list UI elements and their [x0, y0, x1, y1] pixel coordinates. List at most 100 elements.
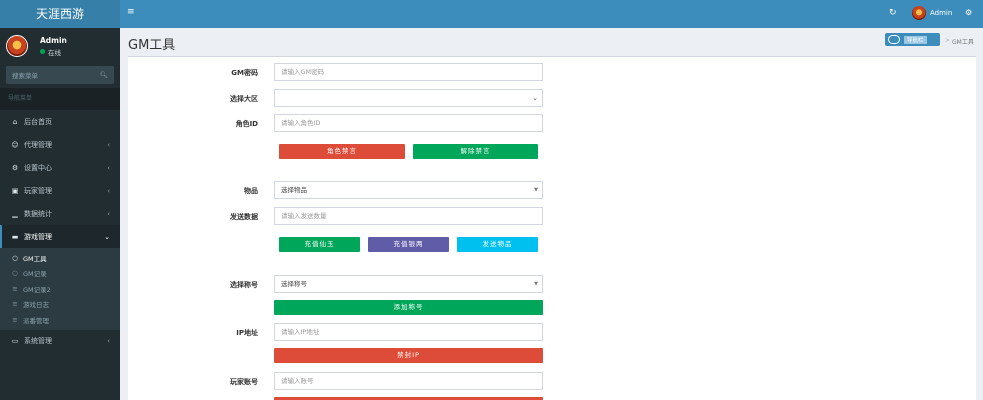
role-id-input[interactable]: 请输入角色ID — [274, 114, 543, 132]
sidebar-item-game[interactable]: ▬ 游戏管理 ⌄ — [0, 225, 120, 248]
ban-ip-button[interactable]: 禁封IP — [274, 348, 543, 363]
users-icon: ☺ — [11, 140, 19, 149]
item-row: 物品 选择物品 ▼ — [128, 181, 976, 199]
chart-icon: ▁ — [12, 209, 18, 218]
submenu-item-gm-log2[interactable]: ≡ GM记录2 — [0, 281, 120, 297]
breadcrumb-separator: > — [945, 37, 951, 44]
gm-password-label: GM密码 — [231, 69, 258, 77]
menu-toggle-icon[interactable]: ≡ — [127, 7, 135, 17]
app-logo[interactable]: 天涯西游 — [0, 0, 120, 28]
item-value: 选择物品 — [281, 186, 307, 194]
send-qty-label: 发送数据 — [230, 213, 258, 221]
recharge-jade-button[interactable]: 充值仙玉 — [279, 237, 360, 252]
user-status: 在线 — [40, 47, 67, 57]
nav-header: 导航菜单 — [0, 88, 120, 110]
chevron-left-icon: ‹ — [107, 209, 110, 218]
sidebar-item-label: 后台首页 — [24, 117, 52, 126]
top-user-name[interactable]: Admin — [930, 9, 952, 17]
role-id-label: 角色ID — [235, 120, 258, 128]
sidebar-item-home[interactable]: ⌂ 后台首页 — [0, 110, 120, 133]
circle-icon: ○ — [12, 253, 18, 262]
game-submenu: ○ GM工具 ○ GM记录 ≡ GM记录2 ≡ 游戏日志 ≡ 派番管理 — [0, 248, 120, 330]
list-icon: ≡ — [12, 300, 18, 309]
user-panel: Admin 在线 — [0, 28, 120, 64]
sidebar-item-label: 代理管理 — [24, 140, 52, 149]
chevron-left-icon: ‹ — [107, 163, 110, 172]
gm-tool-panel: GM密码 请输入GM密码 选择大区 ⌄ 角色ID 请输入角色ID 角色禁言 解除… — [128, 56, 976, 400]
home-icon: ⌂ — [12, 117, 18, 126]
sidebar: 天涯西游 Admin 在线 搜索菜单 🔍︎ 导航菜单 ⌂ 后台首页 ☺ 代理管理… — [0, 0, 120, 400]
player-account-row: 玩家账号 请输入账号 — [128, 372, 976, 390]
online-status-icon — [40, 49, 45, 54]
list-icon: ≡ — [12, 315, 18, 324]
sidebar-item-label: 系统管理 — [24, 337, 52, 345]
sidebar-item-label: 游戏管理 — [24, 232, 52, 241]
circle-icon: ○ — [12, 269, 18, 278]
item-label: 物品 — [244, 187, 258, 195]
submenu-item-label: GM工具 — [23, 254, 47, 263]
sidebar-item-label: 玩家管理 — [24, 186, 52, 195]
sidebar-item-agents[interactable]: ☺ 代理管理 ‹ — [0, 133, 120, 156]
send-item-button[interactable]: 发送物品 — [457, 237, 538, 252]
sidebar-search-input[interactable]: 搜索菜单 🔍︎ — [6, 66, 114, 84]
breadcrumb-current: GM工具 — [952, 39, 974, 46]
submenu-item-gm-log[interactable]: ○ GM记录 — [0, 266, 120, 282]
recharge-silver-button[interactable]: 充值银两 — [368, 237, 449, 252]
chevron-down-icon: ⌄ — [532, 94, 538, 102]
chevron-down-icon: ⌄ — [104, 232, 110, 241]
top-user-avatar[interactable] — [912, 6, 926, 20]
user-avatar — [6, 35, 28, 57]
sidebar-item-system[interactable]: ▭ 系统管理 ‹ — [0, 330, 120, 353]
region-label: 选择大区 — [230, 95, 258, 103]
gamepad-icon: ▬ — [11, 232, 19, 241]
role-id-row: 角色ID 请输入角色ID — [128, 114, 976, 132]
breadcrumb-home-button[interactable]: 导航栏 — [885, 33, 940, 46]
submenu-item-gm-tool[interactable]: ○ GM工具 — [0, 250, 120, 266]
ban-chat-button[interactable]: 角色禁言 — [279, 144, 405, 159]
desktop-icon: ▭ — [11, 337, 19, 345]
item-select[interactable]: 选择物品 ▼ — [274, 181, 543, 199]
send-qty-row: 发送数据 请输入发送数量 — [128, 207, 976, 225]
breadcrumb-button-label: 导航栏 — [904, 35, 927, 44]
title-value: 选择称号 — [281, 280, 307, 288]
player-account-label: 玩家账号 — [230, 378, 258, 386]
submenu-item-label: 游戏日志 — [23, 301, 49, 310]
search-icon[interactable]: 🔍︎ — [100, 71, 108, 79]
top-navbar: ≡ ↻ Admin ⚙ — [120, 0, 983, 28]
book-icon: ▣ — [11, 186, 19, 195]
list-icon: ≡ — [12, 284, 18, 293]
title-row: 选择称号 选择称号 ▼ — [128, 275, 976, 293]
title-select[interactable]: 选择称号 ▼ — [274, 275, 543, 293]
gm-password-row: GM密码 请输入GM密码 — [128, 63, 976, 81]
user-status-text: 在线 — [48, 48, 61, 57]
title-label: 选择称号 — [230, 281, 258, 289]
add-title-button[interactable]: 添加称号 — [274, 300, 543, 315]
cloud-logo-icon — [888, 35, 900, 44]
user-name: Admin — [40, 35, 67, 45]
chevron-left-icon: ‹ — [107, 337, 110, 345]
ip-input[interactable]: 请输入IP地址 — [274, 323, 543, 341]
region-select[interactable]: ⌄ — [274, 89, 543, 107]
chevron-left-icon: ‹ — [107, 140, 110, 149]
refresh-icon[interactable]: ↻ — [889, 8, 897, 18]
submenu-item-label: GM记录 — [23, 270, 47, 279]
caret-down-icon: ▼ — [534, 187, 538, 193]
sidebar-item-settings[interactable]: ⚙ 设置中心 ‹ — [0, 156, 120, 179]
unban-chat-button[interactable]: 解除禁言 — [413, 144, 538, 159]
send-qty-input[interactable]: 请输入发送数量 — [274, 207, 543, 225]
sidebar-item-players[interactable]: ▣ 玩家管理 ‹ — [0, 179, 120, 202]
submenu-item-dispatch[interactable]: ≡ 派番管理 — [0, 312, 120, 328]
submenu-item-label: 派番管理 — [23, 316, 49, 325]
ip-row: IP地址 请输入IP地址 — [128, 323, 976, 341]
region-row: 选择大区 ⌄ — [128, 89, 976, 107]
sidebar-item-stats[interactable]: ▁ 数据统计 ‹ — [0, 202, 120, 225]
player-account-input[interactable]: 请输入账号 — [274, 372, 543, 390]
sidebar-item-label: 设置中心 — [24, 163, 52, 172]
sidebar-item-label: 数据统计 — [24, 209, 52, 218]
submenu-item-game-log[interactable]: ≡ 游戏日志 — [0, 297, 120, 313]
sidebar-search-placeholder: 搜索菜单 — [12, 72, 38, 80]
cogs-icon: ⚙ — [11, 163, 19, 172]
gm-password-input[interactable]: 请输入GM密码 — [274, 63, 543, 81]
ip-label: IP地址 — [236, 329, 258, 337]
gears-icon[interactable]: ⚙ — [965, 8, 972, 17]
